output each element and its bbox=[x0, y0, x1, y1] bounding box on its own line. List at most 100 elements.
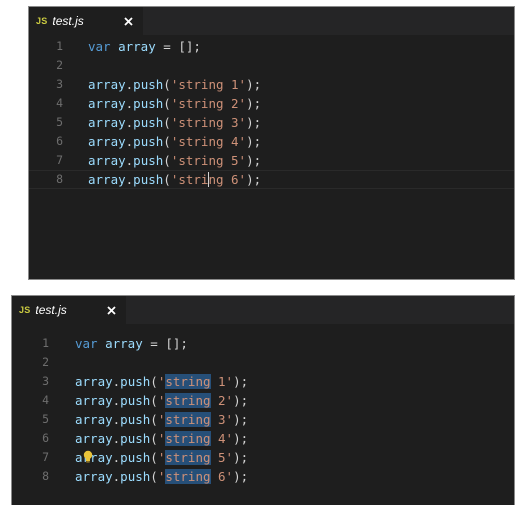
code-line[interactable]: 5 array.push('string 3'); bbox=[12, 410, 514, 429]
line-number: 2 bbox=[56, 58, 63, 72]
code-line[interactable]: 3 array.push('string 1'); bbox=[12, 372, 514, 391]
token: 1' bbox=[210, 374, 234, 389]
token: push bbox=[133, 96, 164, 111]
code-text: array.push('string 1'); bbox=[75, 372, 248, 391]
javascript-file-icon: JS bbox=[36, 16, 48, 26]
line-number: 2 bbox=[42, 355, 49, 369]
code-line[interactable]: 8 array.push('string 6'); bbox=[29, 170, 514, 189]
code-text: array.push('string 2'); bbox=[88, 94, 261, 113]
token: push bbox=[120, 469, 151, 484]
tab-bar: JS test.js bbox=[29, 7, 514, 35]
token: push bbox=[133, 77, 164, 92]
token: 'string 4' bbox=[170, 134, 247, 149]
line-number: 5 bbox=[42, 412, 49, 426]
token: ); bbox=[233, 374, 249, 389]
token: ( bbox=[150, 393, 158, 408]
line-number: 1 bbox=[56, 39, 63, 53]
code-line[interactable]: 2 bbox=[12, 353, 514, 372]
line-number: 7 bbox=[56, 153, 63, 167]
line-number: 4 bbox=[56, 96, 63, 110]
code-editor[interactable]: 1 var array = []; 2 3 array.push('string 1')… bbox=[12, 334, 514, 486]
token: push bbox=[120, 450, 151, 465]
highlighted-match: string bbox=[165, 431, 211, 446]
token: array bbox=[88, 96, 126, 111]
token: array bbox=[75, 469, 113, 484]
code-text: array.push('string 5'); bbox=[75, 448, 248, 467]
code-line[interactable]: 2 bbox=[29, 56, 514, 75]
code-line[interactable]: 6 array.push('string 4'); bbox=[12, 429, 514, 448]
line-number: 6 bbox=[56, 134, 63, 148]
code-line[interactable]: 4 array.push('string 2'); bbox=[12, 391, 514, 410]
line-number: 7 bbox=[42, 450, 49, 464]
token: ); bbox=[246, 96, 262, 111]
close-icon[interactable] bbox=[104, 303, 118, 317]
token: push bbox=[133, 172, 164, 187]
code-line[interactable]: 1 var array = []; bbox=[12, 334, 514, 353]
token: ( bbox=[163, 134, 171, 149]
token: 'string 5' bbox=[170, 153, 247, 168]
code-editor[interactable]: 1 var array = []; 2 3 array.push('string 1')… bbox=[29, 37, 514, 189]
code-line[interactable]: 6 array.push('string 4'); bbox=[29, 132, 514, 151]
token: array bbox=[75, 431, 113, 446]
token: ( bbox=[163, 115, 171, 130]
token: = []; bbox=[155, 39, 201, 54]
token: ( bbox=[150, 374, 158, 389]
token: ( bbox=[150, 450, 158, 465]
token: ); bbox=[233, 412, 249, 427]
text-cursor bbox=[207, 172, 209, 187]
token: = []; bbox=[142, 336, 188, 351]
code-line[interactable]: 5 array.push('string 3'); bbox=[29, 113, 514, 132]
line-number: 8 bbox=[42, 469, 49, 483]
token: ( bbox=[163, 96, 171, 111]
tab-test-js[interactable]: JS test.js bbox=[12, 296, 126, 324]
code-text: var array = []; bbox=[88, 37, 201, 56]
token: array bbox=[88, 153, 126, 168]
highlighted-match: string bbox=[165, 412, 211, 427]
token: 'string 3' bbox=[170, 115, 247, 130]
lightbulb-icon[interactable] bbox=[82, 448, 94, 467]
token: var bbox=[75, 336, 98, 351]
code-line[interactable]: 3 array.push('string 1'); bbox=[29, 75, 514, 94]
token: array bbox=[88, 77, 126, 92]
code-text: array.push('string 4'); bbox=[75, 429, 248, 448]
token: push bbox=[133, 115, 164, 130]
editor-panel-bottom: JS test.js 1 var array = []; 2 3 array.push(… bbox=[11, 295, 515, 505]
token: array bbox=[88, 134, 126, 149]
token: push bbox=[133, 153, 164, 168]
token: push bbox=[133, 134, 164, 149]
line-number: 6 bbox=[42, 431, 49, 445]
code-line[interactable]: 7 array.push('string 5'); bbox=[12, 448, 514, 467]
token: ( bbox=[150, 431, 158, 446]
code-text: array.push('string 3'); bbox=[88, 113, 261, 132]
token: ); bbox=[233, 450, 249, 465]
line-number: 3 bbox=[56, 77, 63, 91]
line-number: 5 bbox=[56, 115, 63, 129]
token: ); bbox=[246, 77, 262, 92]
code-line[interactable]: 4 array.push('string 2'); bbox=[29, 94, 514, 113]
line-number: 1 bbox=[42, 336, 49, 350]
highlighted-match: string bbox=[165, 374, 211, 389]
code-line[interactable]: 8 array.push('string 6'); bbox=[12, 467, 514, 486]
token: ); bbox=[233, 431, 249, 446]
code-line[interactable]: 7 array.push('string 5'); bbox=[29, 151, 514, 170]
token: 2' bbox=[210, 393, 234, 408]
token: array bbox=[75, 412, 113, 427]
token: array bbox=[75, 374, 113, 389]
token: array bbox=[88, 115, 126, 130]
token: ng 6' bbox=[208, 172, 247, 187]
token: 'string 1' bbox=[170, 77, 247, 92]
token: 4' bbox=[210, 431, 234, 446]
tab-test-js[interactable]: JS test.js bbox=[29, 7, 143, 35]
token: 5' bbox=[210, 450, 234, 465]
code-line[interactable]: 1 var array = []; bbox=[29, 37, 514, 56]
code-text: var array = []; bbox=[75, 334, 188, 353]
token: 3' bbox=[210, 412, 234, 427]
close-icon[interactable] bbox=[121, 14, 135, 28]
token: var bbox=[88, 39, 111, 54]
token: 'string 2' bbox=[170, 96, 247, 111]
token: push bbox=[120, 393, 151, 408]
javascript-file-icon: JS bbox=[19, 305, 31, 315]
token: ( bbox=[150, 412, 158, 427]
